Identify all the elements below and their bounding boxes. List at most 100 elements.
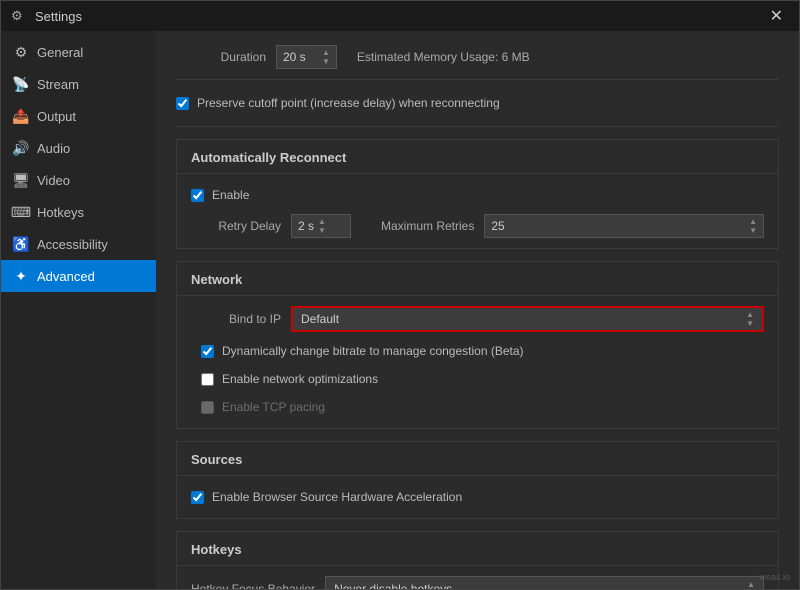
retry-delay-spinbox[interactable]: 2 s ▲ ▼ <box>291 214 351 238</box>
sidebar-item-stream[interactable]: 📡 Stream <box>1 68 156 100</box>
tcp-pacing-checkbox[interactable] <box>201 401 214 414</box>
preserve-label: Preserve cutoff point (increase delay) w… <box>197 96 500 110</box>
bind-ip-value: Default <box>301 312 339 326</box>
hotkey-focus-row: Hotkey Focus Behavior Never disable hotk… <box>191 576 764 589</box>
max-retries-value: 25 <box>491 219 504 233</box>
enable-reconnect-row: Enable <box>191 184 764 206</box>
watermark: weas.io <box>759 572 790 582</box>
duration-label: Duration <box>176 50 266 64</box>
settings-content: Duration 20 s ▲ ▼ Estimated Memory Usage… <box>156 31 799 589</box>
retry-delay-value: 2 s <box>298 219 314 233</box>
max-retries-spinbox[interactable]: 25 ▲ ▼ <box>484 214 764 238</box>
settings-icon: ⚙ <box>11 8 27 24</box>
hotkeys-section-body: Hotkey Focus Behavior Never disable hotk… <box>177 566 778 589</box>
retry-delay-row: Retry Delay 2 s ▲ ▼ Maximum Retries 25 <box>191 214 764 238</box>
bind-ip-up[interactable]: ▲ <box>746 311 754 319</box>
sidebar-label-advanced: Advanced <box>37 269 95 284</box>
max-retries-arrows: ▲ ▼ <box>749 218 757 235</box>
duration-down-arrow[interactable]: ▼ <box>322 58 330 66</box>
stream-icon: 📡 <box>13 76 29 92</box>
hotkey-focus-value: Never disable hotkeys <box>334 582 452 589</box>
duration-value: 20 s <box>283 50 318 64</box>
general-icon: ⚙ <box>13 44 29 60</box>
network-section-body: Bind to IP Default ▲ ▼ <box>177 296 778 428</box>
memory-text: Estimated Memory Usage: 6 MB <box>357 50 530 64</box>
sidebar-label-audio: Audio <box>37 141 70 156</box>
sidebar-item-video[interactable]: 🖥 Video <box>1 164 156 196</box>
network-section-title: Network <box>177 262 778 296</box>
max-retries-down[interactable]: ▼ <box>749 227 757 235</box>
network-checkboxes: Dynamically change bitrate to manage con… <box>191 340 764 418</box>
window-title: Settings <box>35 9 82 24</box>
preserve-row: Preserve cutoff point (increase delay) w… <box>176 92 779 127</box>
sidebar-label-stream: Stream <box>37 77 79 92</box>
dynamic-cb-row: Dynamically change bitrate to manage con… <box>201 340 764 362</box>
close-button[interactable]: ✕ <box>764 4 789 28</box>
bind-ip-select[interactable]: Default ▲ ▼ <box>291 306 764 332</box>
duration-up-arrow[interactable]: ▲ <box>322 49 330 57</box>
dynamic-bitrate-checkbox[interactable] <box>201 345 214 358</box>
network-section: Network Bind to IP Default ▲ ▼ <box>176 261 779 429</box>
bind-ip-arrows: ▲ ▼ <box>746 311 754 328</box>
duration-row: Duration 20 s ▲ ▼ Estimated Memory Usage… <box>176 41 779 80</box>
sources-section-body: Enable Browser Source Hardware Accelerat… <box>177 476 778 518</box>
reconnect-section: Automatically Reconnect Enable Retry Del… <box>176 139 779 249</box>
sidebar-label-accessibility: Accessibility <box>37 237 108 252</box>
browser-accel-label: Enable Browser Source Hardware Accelerat… <box>212 490 462 504</box>
hotkey-focus-up[interactable]: ▲ <box>747 581 755 589</box>
sidebar: ⚙ General 📡 Stream 📤 Output 🔊 Audio 🖥 Vi… <box>1 31 156 589</box>
retry-delay-arrows: ▲ ▼ <box>318 218 326 235</box>
retry-delay-label: Retry Delay <box>191 219 281 233</box>
hotkey-focus-select[interactable]: Never disable hotkeys ▲ ▼ <box>325 576 764 589</box>
preserve-checkbox-row: Preserve cutoff point (increase delay) w… <box>176 92 779 114</box>
sidebar-label-video: Video <box>37 173 70 188</box>
tcp-pacing-label: Enable TCP pacing <box>222 400 325 414</box>
tcp-pacing-row: Enable TCP pacing <box>201 396 764 418</box>
browser-accel-checkbox[interactable] <box>191 491 204 504</box>
reconnect-section-body: Enable Retry Delay 2 s ▲ ▼ Max <box>177 174 778 248</box>
browser-accel-row: Enable Browser Source Hardware Accelerat… <box>191 486 764 508</box>
enable-reconnect-label: Enable <box>212 188 249 202</box>
main-panel: Duration 20 s ▲ ▼ Estimated Memory Usage… <box>156 31 799 589</box>
max-retries-label: Maximum Retries <box>381 219 474 233</box>
max-retries-up[interactable]: ▲ <box>749 218 757 226</box>
sidebar-label-output: Output <box>37 109 76 124</box>
sources-section-title: Sources <box>177 442 778 476</box>
settings-window: ⚙ Settings ✕ ⚙ General 📡 Stream 📤 Output… <box>0 0 800 590</box>
hotkeys-section: Hotkeys Hotkey Focus Behavior Never disa… <box>176 531 779 589</box>
duration-spinbox[interactable]: 20 s ▲ ▼ <box>276 45 337 69</box>
sidebar-item-hotkeys[interactable]: ⌨ Hotkeys <box>1 196 156 228</box>
duration-arrows: ▲ ▼ <box>322 49 330 66</box>
bind-ip-label: Bind to IP <box>191 312 281 326</box>
sidebar-label-hotkeys: Hotkeys <box>37 205 84 220</box>
bind-ip-row: Bind to IP Default ▲ ▼ <box>191 306 764 332</box>
output-icon: 📤 <box>13 108 29 124</box>
enable-reconnect-checkbox[interactable] <box>191 189 204 202</box>
network-opt-label: Enable network optimizations <box>222 372 378 386</box>
hotkeys-icon: ⌨ <box>13 204 29 220</box>
sidebar-label-general: General <box>37 45 83 60</box>
network-opt-checkbox[interactable] <box>201 373 214 386</box>
retry-delay-down[interactable]: ▼ <box>318 227 326 235</box>
hotkey-focus-arrows: ▲ ▼ <box>747 581 755 590</box>
advanced-icon: ✦ <box>13 268 29 284</box>
bind-ip-down[interactable]: ▼ <box>746 320 754 328</box>
title-bar-left: ⚙ Settings <box>11 8 82 24</box>
video-icon: 🖥 <box>13 172 29 188</box>
hotkey-focus-label: Hotkey Focus Behavior <box>191 582 315 589</box>
content-area: ⚙ General 📡 Stream 📤 Output 🔊 Audio 🖥 Vi… <box>1 31 799 589</box>
sidebar-item-output[interactable]: 📤 Output <box>1 100 156 132</box>
title-bar: ⚙ Settings ✕ <box>1 1 799 31</box>
sidebar-item-audio[interactable]: 🔊 Audio <box>1 132 156 164</box>
hotkeys-section-title: Hotkeys <box>177 532 778 566</box>
preserve-checkbox[interactable] <box>176 97 189 110</box>
sources-section: Sources Enable Browser Source Hardware A… <box>176 441 779 519</box>
sidebar-item-accessibility[interactable]: ♿ Accessibility <box>1 228 156 260</box>
reconnect-section-title: Automatically Reconnect <box>177 140 778 174</box>
sidebar-item-advanced[interactable]: ✦ Advanced <box>1 260 156 292</box>
sidebar-item-general[interactable]: ⚙ General <box>1 36 156 68</box>
dynamic-bitrate-label: Dynamically change bitrate to manage con… <box>222 344 524 358</box>
network-opt-row: Enable network optimizations <box>201 368 764 390</box>
audio-icon: 🔊 <box>13 140 29 156</box>
retry-delay-up[interactable]: ▲ <box>318 218 326 226</box>
